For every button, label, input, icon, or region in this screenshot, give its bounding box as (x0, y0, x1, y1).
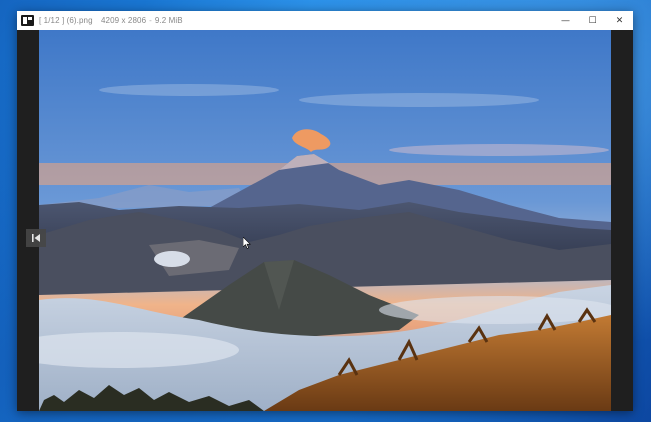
image-viewer-window: [ 1/12 ] (6).png 4209 x 2806-9.2 MiB — ☐… (17, 11, 633, 411)
file-size: 9.2 MiB (154, 16, 183, 25)
image-counter: [ 1/12 ] (39, 16, 65, 25)
displayed-photo (39, 30, 611, 411)
app-icon[interactable] (21, 15, 34, 26)
window-title: [ 1/12 ] (6).png 4209 x 2806-9.2 MiB (39, 16, 183, 25)
minimize-icon: — (561, 15, 570, 26)
title-bar[interactable]: [ 1/12 ] (6).png 4209 x 2806-9.2 MiB — ☐… (17, 11, 633, 30)
previous-image-icon (32, 234, 40, 242)
maximize-icon: ☐ (588, 15, 597, 26)
volcano-landscape-image (39, 30, 611, 411)
title-separator: - (149, 16, 152, 25)
image-dimensions: 4209 x 2806 (100, 16, 147, 25)
minimize-button[interactable]: — (552, 11, 579, 30)
file-name: (6).png (66, 16, 93, 25)
close-button[interactable]: ✕ (606, 11, 633, 30)
image-viewport[interactable] (17, 30, 633, 411)
window-controls: — ☐ ✕ (552, 11, 633, 30)
close-icon: ✕ (615, 15, 624, 26)
maximize-button[interactable]: ☐ (579, 11, 606, 30)
mouse-pointer-icon (242, 236, 251, 254)
previous-image-button[interactable] (26, 229, 46, 247)
